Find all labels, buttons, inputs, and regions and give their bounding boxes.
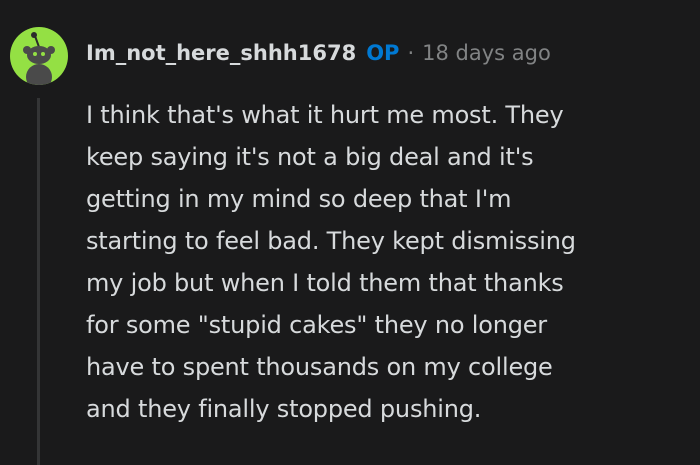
op-badge: OP — [366, 41, 400, 65]
comment-meta: Im_not_here_shhh1678 OP · 18 days ago — [86, 38, 551, 68]
comment-line: and they finally stopped pushing. — [86, 395, 482, 423]
comment-line: I think that's what it hurt me most. The… — [86, 101, 564, 129]
comment-line: starting to feel bad. They kept dismissi… — [86, 227, 576, 255]
comment-line: have to spent thousands on my college — [86, 353, 553, 381]
comment-line: getting in my mind so deep that I'm — [86, 185, 512, 213]
comment-line: my job but when I told them that thanks — [86, 269, 564, 297]
comment-body: I think that's what it hurt me most. The… — [86, 94, 684, 430]
avatar[interactable] — [10, 27, 68, 85]
comment-line: for some "stupid cakes" they no longer — [86, 311, 547, 339]
thread-line[interactable] — [37, 98, 40, 465]
comment-line: keep saying it's not a big deal and it's — [86, 143, 534, 171]
comment: Im_not_here_shhh1678 OP · 18 days ago I … — [0, 0, 700, 465]
snoo-avatar-icon — [23, 32, 55, 85]
meta-separator: · — [407, 41, 415, 65]
timestamp[interactable]: 18 days ago — [422, 38, 551, 68]
username-link[interactable]: Im_not_here_shhh1678 — [86, 38, 356, 68]
